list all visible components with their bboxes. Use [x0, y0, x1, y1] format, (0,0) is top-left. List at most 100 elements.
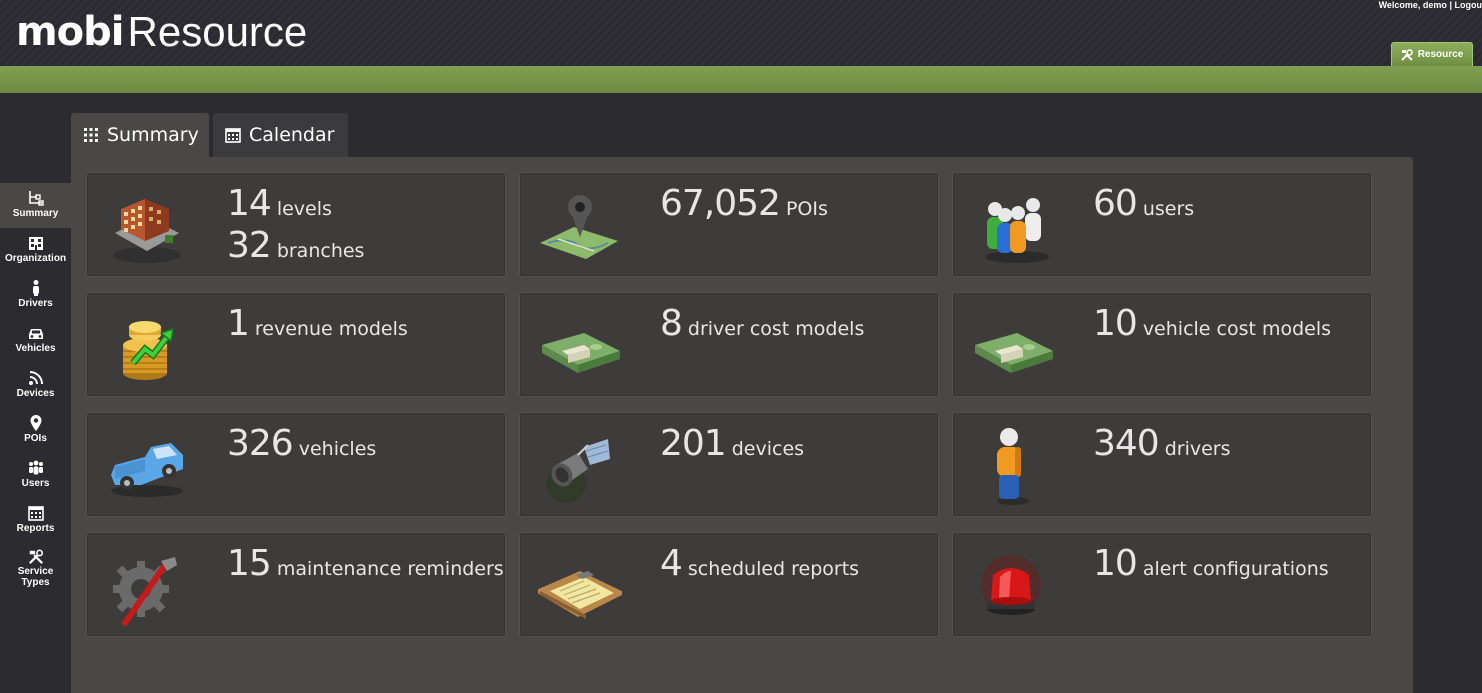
card-text: 10 vehicle cost models	[1093, 303, 1331, 345]
card-line: 8 driver cost models	[660, 303, 864, 345]
building-icon	[28, 237, 43, 250]
app-logo[interactable]: mobi Resource	[16, 8, 307, 60]
card-levels-branches[interactable]: 14 levels 32 branches	[86, 172, 506, 277]
card-vehicle-cost-models[interactable]: 10 vehicle cost models	[952, 292, 1372, 397]
card-number: 67,052	[660, 183, 781, 224]
clipboard-icon	[538, 571, 622, 619]
sidebar-item-label: Vehicles	[15, 343, 56, 354]
sidebar-item-summary[interactable]: Summary	[0, 183, 71, 228]
tools-icon	[28, 549, 43, 565]
card-label: revenue models	[254, 318, 408, 340]
card-users[interactable]: 60 users	[952, 172, 1372, 277]
card-number: 4	[660, 543, 683, 584]
sidebar-item-label: POIs	[24, 433, 47, 444]
welcome-text: Welcome, demo	[1378, 0, 1447, 10]
tree-icon	[28, 191, 44, 206]
card-line: 60 users	[1093, 183, 1194, 225]
card-label: levels	[276, 198, 332, 220]
siren-icon	[981, 555, 1041, 615]
sidebar-item-reports[interactable]: Reports	[0, 498, 71, 543]
card-scheduled-reports[interactable]: 4 scheduled reports	[519, 532, 939, 637]
card-line: 4 scheduled reports	[660, 543, 859, 585]
card-line: 201 devices	[660, 423, 804, 465]
logo-resource-text: Resource	[127, 8, 308, 55]
card-number: 340	[1093, 423, 1160, 464]
money-icon	[542, 333, 620, 373]
sidebar-item-service-types[interactable]: Service Types	[0, 543, 71, 588]
card-maintenance-reminders[interactable]: 15 maintenance reminders	[86, 532, 506, 637]
card-label: scheduled reports	[687, 558, 860, 580]
card-text: 14 levels 32 branches	[227, 183, 364, 267]
sidebar-item-label: Summary	[12, 208, 59, 219]
sidebar-item-label: Organization	[4, 253, 67, 264]
card-line: 15 maintenance reminders	[227, 543, 504, 585]
card-text: 15 maintenance reminders	[227, 543, 504, 585]
card-devices[interactable]: 201 devices	[519, 412, 939, 517]
sidebar-item-organization[interactable]: Organization	[0, 228, 71, 273]
card-label: drivers	[1164, 438, 1231, 460]
map-pin-icon	[540, 195, 618, 259]
card-label: maintenance reminders	[276, 558, 504, 580]
top-header: mobi Resource Welcome, demo | Logou Reso…	[0, 0, 1482, 66]
sidebar-item-drivers[interactable]: Drivers	[0, 273, 71, 318]
tab-calendar[interactable]: Calendar	[213, 113, 348, 157]
card-pois[interactable]: 67,052 POIs	[519, 172, 939, 277]
card-alert-configurations[interactable]: 10 alert configurations	[952, 532, 1372, 637]
tab-label: Summary	[107, 124, 199, 146]
grid-icon	[84, 128, 98, 142]
sidebar-item-vehicles[interactable]: Vehicles	[0, 318, 71, 363]
calendar-icon	[225, 128, 241, 143]
card-vehicles[interactable]: 326 vehicles	[86, 412, 506, 517]
card-number: 14	[227, 183, 272, 224]
card-label: devices	[731, 438, 805, 460]
sidebar-item-label-line2: Types	[21, 577, 50, 588]
card-line: 67,052 POIs	[660, 183, 828, 225]
users-icon	[28, 460, 43, 475]
card-line: 10 alert configurations	[1093, 543, 1329, 585]
card-line: 326 vehicles	[227, 423, 376, 465]
card-text: 4 scheduled reports	[660, 543, 859, 585]
card-label: alert configurations	[1142, 558, 1329, 580]
driver-icon	[997, 428, 1029, 505]
card-number: 10	[1093, 543, 1138, 584]
sidebar-item-devices[interactable]: Devices	[0, 363, 71, 408]
card-driver-cost-models[interactable]: 8 driver cost models	[519, 292, 939, 397]
tools-icon	[1400, 48, 1413, 61]
sidebar: Summary Organization Drivers Vehicles De…	[0, 183, 71, 588]
tab-summary[interactable]: Summary	[71, 113, 209, 157]
sidebar-item-users[interactable]: Users	[0, 453, 71, 498]
sidebar-item-label: Reports	[16, 523, 55, 534]
card-drivers[interactable]: 340 drivers	[952, 412, 1372, 517]
sidebar-item-pois[interactable]: POIs	[0, 408, 71, 453]
resource-tab-label: Resource	[1417, 49, 1464, 60]
person-icon	[32, 280, 39, 296]
tab-label: Calendar	[249, 124, 335, 146]
users-icon	[985, 198, 1049, 263]
card-text: 326 vehicles	[227, 423, 376, 465]
card-line: 340 drivers	[1093, 423, 1231, 465]
card-line: 32 branches	[227, 225, 364, 267]
green-band	[0, 66, 1482, 93]
logout-link[interactable]: Logou	[1455, 0, 1482, 10]
card-label: users	[1142, 198, 1195, 220]
card-label: vehicles	[298, 438, 377, 460]
card-number: 201	[660, 423, 727, 464]
sidebar-item-label: Service	[17, 566, 54, 577]
building-icon	[113, 199, 181, 263]
card-revenue-models[interactable]: 1 revenue models	[86, 292, 506, 397]
money-icon	[975, 333, 1053, 373]
resource-tab[interactable]: Resource	[1391, 42, 1473, 66]
card-number: 10	[1093, 303, 1138, 344]
logo-mobi-text: mobi	[16, 9, 125, 55]
card-number: 326	[227, 423, 294, 464]
card-line: 1 revenue models	[227, 303, 408, 345]
card-text: 8 driver cost models	[660, 303, 864, 345]
welcome-bar: Welcome, demo | Logou	[1379, 0, 1482, 10]
card-text: 201 devices	[660, 423, 804, 465]
summary-panel: 14 levels 32 branches 67,052 POIs 60 use…	[71, 157, 1413, 693]
card-number: 8	[660, 303, 683, 344]
coins-icon	[123, 321, 174, 380]
signal-icon	[28, 371, 43, 385]
card-label: vehicle cost models	[1142, 318, 1332, 340]
welcome-separator: |	[1449, 0, 1452, 10]
